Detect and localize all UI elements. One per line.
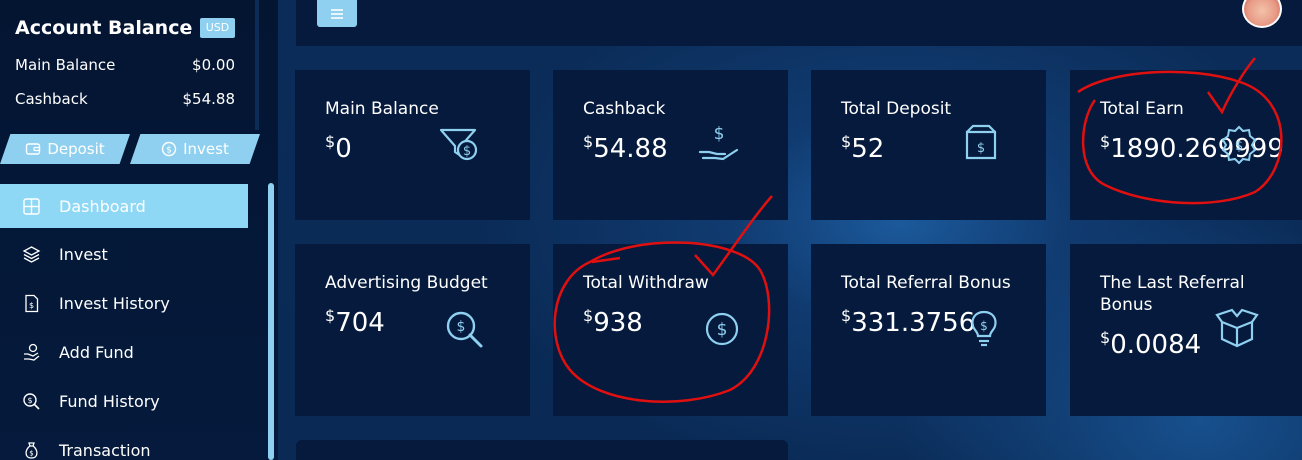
deposit-button[interactable]: Deposit (0, 134, 130, 164)
hand-dollar-icon: $ (697, 122, 743, 168)
card-main-balance: Main Balance $0 $ (295, 70, 530, 220)
cashback-label: Cashback (15, 90, 88, 108)
card-label: Main Balance (325, 99, 439, 119)
topbar (296, 0, 1302, 46)
card-value: $0.0084 (1100, 328, 1202, 360)
sidebar-item-add-fund[interactable]: Add Fund (0, 330, 248, 374)
deposit-label: Deposit (47, 140, 105, 158)
search-dollar-icon: $ (23, 392, 40, 410)
sidebar-item-label: Dashboard (59, 196, 146, 216)
invest-button[interactable]: $ Invest (130, 134, 260, 164)
account-balance-title: Account Balance (15, 17, 193, 39)
sidebar-item-dashboard[interactable]: Dashboard (0, 184, 248, 228)
dollar-circle-icon: $ (161, 141, 177, 157)
currency-badge[interactable]: USD (200, 18, 235, 38)
card-cashback: Cashback $54.88 $ (553, 70, 788, 220)
sidebar-scrollbar[interactable] (268, 183, 274, 460)
svg-text:$: $ (980, 319, 988, 333)
card-value: $704 (325, 306, 385, 338)
hand-coin-icon (24, 343, 40, 361)
sidebar-item-transaction[interactable]: $ Transaction (0, 428, 248, 460)
card-last-referral-bonus: The Last Referral Bonus $0.0084 (1070, 244, 1302, 416)
card-label: Total Withdraw (583, 273, 709, 293)
card-label: Total Deposit (841, 99, 952, 119)
svg-text:$: $ (717, 320, 728, 340)
box-dollar-icon: $ (959, 122, 1005, 168)
svg-text:$: $ (463, 144, 471, 159)
layers-icon (22, 245, 41, 263)
card-total-referral-bonus: Total Referral Bonus $331.3756 $ (811, 244, 1046, 416)
card-total-earn: Total Earn $1890.269999 $ (1070, 70, 1302, 220)
svg-text:$: $ (166, 146, 172, 156)
sidebar-item-fund-history[interactable]: $ Fund History (0, 379, 248, 423)
sidebar-item-label: Add Fund (59, 342, 134, 362)
svg-text:$: $ (27, 396, 32, 405)
sidebar-divider (255, 0, 259, 130)
main-balance-label: Main Balance (15, 56, 116, 74)
card-advertising-budget: Advertising Budget $704 $ (295, 244, 530, 416)
wallet-icon (26, 143, 41, 155)
svg-text:$: $ (1235, 139, 1243, 154)
open-box-icon (1214, 306, 1260, 352)
card-total-deposit: Total Deposit $52 $ (811, 70, 1046, 220)
svg-text:$: $ (714, 124, 725, 144)
svg-text:$: $ (977, 141, 985, 156)
sidebar-item-label: Invest (59, 244, 108, 264)
cashback-value: $54.88 (182, 90, 236, 108)
card-label: Cashback (583, 99, 666, 119)
main-balance-row: Main Balance $0.00 (15, 56, 235, 74)
grid-icon (23, 197, 40, 215)
svg-text:$: $ (29, 449, 33, 457)
sidebar-item-invest[interactable]: Invest (0, 232, 248, 276)
menu-toggle-button[interactable] (317, 0, 357, 27)
card-label: Total Referral Bonus (841, 273, 1011, 293)
magnifier-dollar-icon: $ (441, 306, 487, 352)
money-bag-icon: $ (25, 441, 38, 459)
bulb-dollar-icon: $ (961, 306, 1007, 352)
sidebar-item-label: Invest History (59, 293, 170, 313)
svg-text:$: $ (29, 301, 34, 310)
cashback-row: Cashback $54.88 (15, 90, 235, 108)
invest-label: Invest (183, 140, 229, 158)
card-value: $938 (583, 306, 643, 338)
dollar-circle-icon: $ (699, 306, 745, 352)
svg-text:$: $ (457, 319, 466, 335)
badge-dollar-icon: $ (1216, 122, 1262, 168)
document-icon: $ (25, 294, 39, 312)
card-label: Total Earn (1100, 99, 1184, 119)
hamburger-icon (331, 8, 343, 19)
card-value: $0 (325, 132, 352, 164)
funnel-dollar-icon: $ (437, 122, 483, 168)
main-balance-value: $0.00 (192, 56, 235, 74)
card-value: $52 (841, 132, 885, 164)
card-value: $54.88 (583, 132, 668, 164)
card-value: $331.3756 (841, 306, 976, 338)
sidebar-item-invest-history[interactable]: $ Invest History (0, 281, 248, 325)
card-label: Advertising Budget (325, 273, 488, 293)
content-panel (296, 440, 788, 460)
card-total-withdraw: Total Withdraw $938 $ (553, 244, 788, 416)
sidebar-item-label: Transaction (59, 440, 151, 460)
sidebar-item-label: Fund History (59, 391, 160, 411)
